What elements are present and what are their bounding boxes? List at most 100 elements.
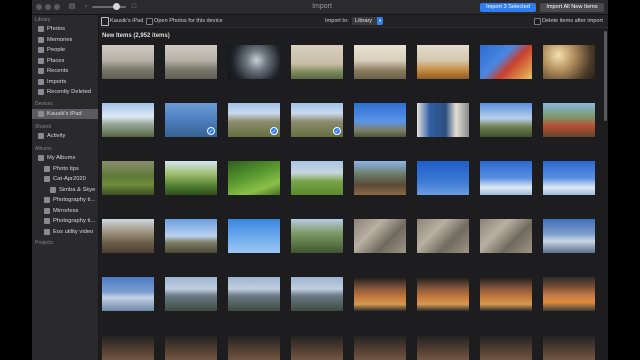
people-icon (38, 47, 44, 53)
import-thumbnail[interactable] (543, 277, 595, 311)
import-thumbnail[interactable] (354, 45, 406, 79)
zoom-slider-knob[interactable] (113, 3, 120, 10)
sidebar: Library Photos Memories People Places Recents… (32, 15, 99, 360)
photos-icon (38, 26, 44, 32)
sidebar-item-label: Photos (47, 26, 66, 32)
import-thumbnail[interactable] (102, 277, 154, 311)
import-thumbnail[interactable] (102, 103, 154, 137)
import-thumbnail[interactable] (291, 219, 343, 253)
import-thumbnail[interactable] (417, 219, 469, 253)
import-thumbnail[interactable] (417, 277, 469, 311)
import-thumbnail[interactable] (228, 45, 280, 79)
import-thumbnail[interactable] (228, 277, 280, 311)
open-photos-checkbox[interactable] (146, 18, 153, 25)
import-thumbnail[interactable] (354, 103, 406, 137)
checkmark-icon: ✓ (333, 127, 341, 135)
sidebar-item-label: Recents (47, 68, 69, 74)
import-thumbnail[interactable] (102, 161, 154, 195)
import-thumbnail[interactable] (480, 45, 532, 79)
import-thumbnail[interactable] (291, 161, 343, 195)
sidebar-item-activity[interactable]: Activity (32, 131, 98, 141)
minimize-window-button[interactable] (45, 4, 51, 10)
sidebar-item-album-5[interactable]: Mirrorless (32, 206, 98, 216)
import-thumbnail[interactable] (354, 161, 406, 195)
import-thumbnail[interactable] (102, 335, 154, 360)
import-thumbnail[interactable] (228, 335, 280, 360)
ipad-icon (38, 111, 44, 117)
sidebar-item-label: Photography ti... (53, 218, 96, 224)
import-thumbnail[interactable]: ✓ (291, 103, 343, 137)
album-icon (44, 165, 50, 172)
import-main-pane: Kausik's iPad Open Photos for this devic… (99, 15, 608, 360)
sidebar-item-album-3[interactable]: Simba & Skye (32, 185, 98, 195)
title-bar: ▤ ▫ □ Import Import 3 Selected Import Al… (32, 0, 608, 15)
import-thumbnail[interactable] (417, 103, 469, 137)
import-thumbnail[interactable] (480, 277, 532, 311)
open-photos-label: Open Photos for this device (154, 18, 223, 24)
import-thumbnail[interactable] (165, 335, 217, 360)
import-thumbnail[interactable] (165, 45, 217, 79)
sidebar-item-album-0[interactable]: My Albums (32, 153, 98, 163)
import-thumbnail[interactable] (102, 45, 154, 79)
import-selected-button[interactable]: Import 3 Selected (480, 3, 536, 12)
zoom-slider[interactable] (92, 3, 126, 10)
import-thumbnail[interactable] (354, 277, 406, 311)
sidebar-item-people[interactable]: People (32, 45, 98, 55)
import-thumbnail[interactable]: ✓ (165, 103, 217, 137)
sidebar-item-album-7[interactable]: Eos utility video (32, 227, 98, 237)
import-thumbnail[interactable] (291, 277, 343, 311)
zoom-window-button[interactable] (54, 4, 60, 10)
import-thumbnail[interactable] (417, 161, 469, 195)
import-thumbnail[interactable] (165, 277, 217, 311)
sidebar-item-memories[interactable]: Memories (32, 35, 98, 45)
import-thumbnail[interactable] (291, 45, 343, 79)
import-all-button[interactable]: Import All New Items (540, 3, 604, 12)
import-thumbnail[interactable] (354, 219, 406, 253)
import-thumbnail[interactable] (417, 45, 469, 79)
sidebar-item-label: Places (47, 57, 65, 64)
scrollbar[interactable] (604, 31, 607, 121)
sidebar-item-imports[interactable]: Imports (32, 77, 98, 87)
album-icon (44, 218, 50, 224)
sidebar-item-places[interactable]: Places (32, 56, 98, 66)
delete-after-import-checkbox[interactable] (534, 18, 541, 25)
sidebar-item-album-6[interactable]: Photography ti... (32, 216, 98, 226)
import-thumbnail[interactable] (354, 335, 406, 360)
sidebar-item-label: Eos utility video (53, 228, 94, 235)
sidebar-item-album-1[interactable]: Photo tips (32, 164, 98, 174)
import-thumbnail[interactable] (102, 219, 154, 253)
sidebar-item-label: Photo tips (53, 165, 79, 172)
imports-icon (38, 78, 44, 85)
sidebar-item-photos[interactable]: Photos (32, 24, 98, 34)
sidebar-item-recents[interactable]: Recents (32, 66, 98, 76)
import-thumbnail[interactable] (543, 335, 595, 360)
import-thumbnail[interactable] (165, 219, 217, 253)
import-thumbnail[interactable] (480, 103, 532, 137)
import-thumbnail[interactable] (165, 161, 217, 195)
import-thumbnail[interactable] (543, 103, 595, 137)
import-to-select[interactable]: Library ▾ (352, 17, 383, 25)
trash-icon (38, 89, 44, 95)
sidebar-item-album-2[interactable]: Cat-Apr2020 (32, 174, 98, 184)
zoom-in-icon[interactable]: □ (130, 3, 138, 11)
import-thumbnail[interactable] (480, 161, 532, 195)
sidebar-item-ipad[interactable]: Kausik's iPad (32, 109, 98, 119)
import-thumbnail[interactable] (543, 45, 595, 79)
sidebar-toggle-icon[interactable]: ▤ (68, 3, 76, 11)
import-thumbnail[interactable] (480, 219, 532, 253)
close-window-button[interactable] (36, 4, 42, 10)
import-thumbnail[interactable] (417, 335, 469, 360)
sidebar-item-recently-deleted[interactable]: Recently Deleted (32, 87, 98, 97)
import-thumbnail[interactable] (291, 335, 343, 360)
sidebar-item-label: Cat-Apr2020 (53, 176, 86, 182)
sidebar-item-album-4[interactable]: Photography ti... (32, 195, 98, 205)
zoom-out-icon[interactable]: ▫ (82, 3, 90, 11)
import-thumbnail[interactable] (228, 161, 280, 195)
import-thumbnail[interactable] (543, 161, 595, 195)
import-thumbnail[interactable] (228, 219, 280, 253)
import-thumbnail[interactable] (543, 219, 595, 253)
import-thumbnail[interactable] (480, 335, 532, 360)
import-thumbnail[interactable]: ✓ (228, 103, 280, 137)
import-thumbnail-grid: ✓ ✓ ✓ (99, 43, 608, 360)
ipad-icon (101, 17, 109, 26)
